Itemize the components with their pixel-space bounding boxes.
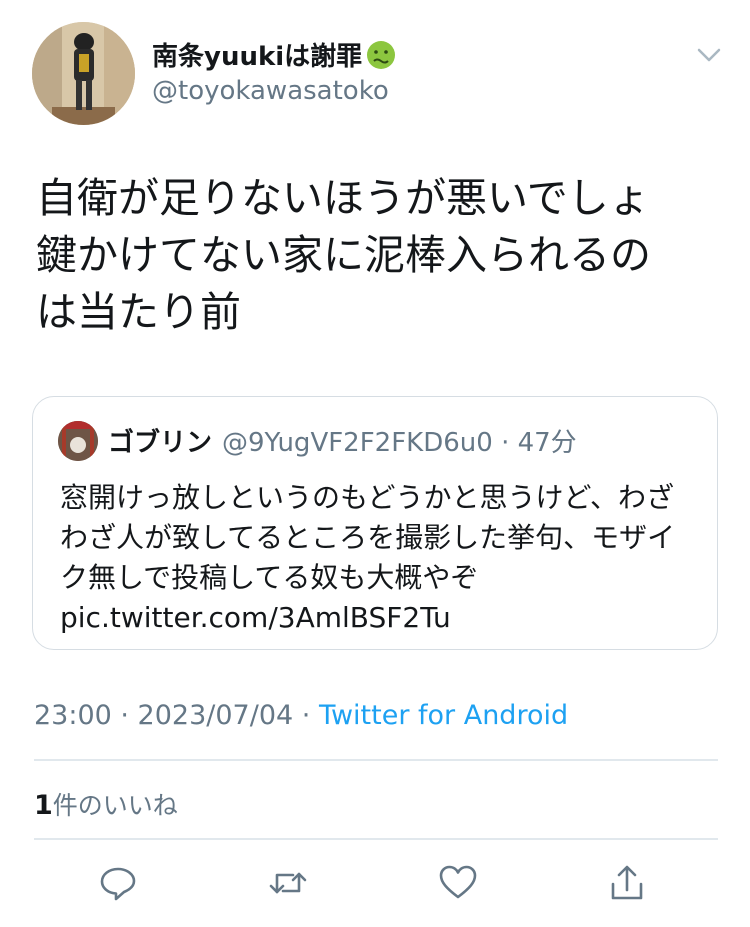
divider [34, 759, 718, 761]
quoted-handle-time: @9YugVF2F2FKD6u0 · 47分 [222, 428, 577, 458]
quoted-line: わざ人が致してるところを撮影した挙句、モザイ [60, 521, 676, 554]
likes-count[interactable]: 1件のいいね [34, 786, 178, 822]
avatar[interactable] [32, 22, 135, 125]
nauseated-face-icon [366, 40, 396, 70]
display-name-text: 南条yuukiは謝罪 [152, 42, 363, 72]
tweet-line: 鍵かけてない家に泥棒入られるの [36, 231, 651, 279]
share-button[interactable] [606, 862, 648, 904]
divider [34, 838, 718, 840]
retweet-button[interactable] [267, 862, 309, 904]
quoted-avatar [58, 421, 98, 461]
display-name[interactable]: 南条yuukiは謝罪 [152, 36, 396, 73]
quoted-name: ゴブリン [108, 428, 213, 458]
tweet-text: 自衛が足りないほうが悪いでしょ 鍵かけてない家に泥棒入られるの は当たり前 [36, 170, 716, 341]
tweet-line: 自衛が足りないほうが悪いでしょ [36, 174, 650, 222]
likes-number: 1 [34, 790, 53, 821]
quoted-header: ゴブリン @9YugVF2F2FKD6u0 · 47分 [108, 422, 577, 459]
tweet-source-link[interactable]: Twitter for Android [319, 700, 568, 731]
like-icon [439, 865, 477, 899]
user-handle[interactable]: @toyokawasatoko [152, 76, 389, 106]
retweet-icon [269, 872, 307, 894]
like-button[interactable] [437, 862, 479, 904]
reply-button[interactable] [97, 862, 139, 904]
tweet-line: は当たり前 [36, 288, 241, 336]
quoted-link[interactable]: pic.twitter.com/3AmlBSF2Tu [60, 598, 700, 638]
reply-icon [100, 867, 136, 901]
tweet-timestamp: 23:00 · 2023/07/04 · [34, 700, 319, 731]
likes-label: 件のいいね [52, 791, 178, 820]
quoted-text: 窓開けっ放しというのもどうかと思うけど、わざ わざ人が致してるところを撮影した挙… [60, 478, 700, 638]
share-icon [611, 865, 643, 900]
quoted-line: 窓開けっ放しというのもどうかと思うけど、わざ [60, 481, 675, 514]
chevron-down-icon[interactable] [692, 40, 726, 70]
quoted-line: ク無しで投稿してる奴も大概やぞ [60, 561, 479, 594]
tweet-meta: 23:00 · 2023/07/04 · Twitter for Android [34, 700, 568, 731]
